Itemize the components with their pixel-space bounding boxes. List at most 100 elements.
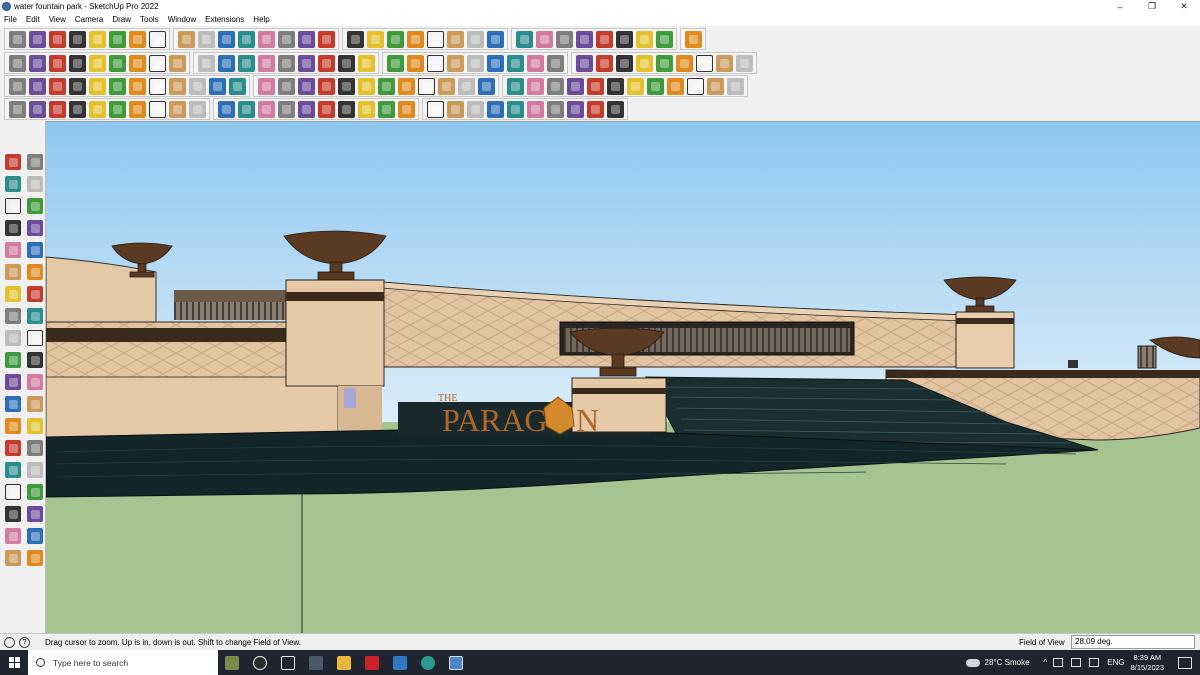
pan-tool-icon[interactable]: [27, 418, 43, 434]
orbit-icon[interactable]: [297, 30, 315, 48]
fillet-icon[interactable]: [257, 77, 275, 95]
dimension-icon[interactable]: [397, 100, 415, 118]
previous-icon[interactable]: [386, 30, 404, 48]
language-indicator[interactable]: ENG: [1107, 658, 1124, 667]
offset-tool-icon[interactable]: [437, 77, 455, 95]
tape-icon[interactable]: [237, 30, 255, 48]
orient-faces-icon[interactable]: [735, 54, 753, 72]
3d-text-icon[interactable]: [5, 528, 21, 544]
line-tool-icon[interactable]: [8, 100, 26, 118]
push-pull-icon[interactable]: [128, 30, 146, 48]
measurements-input[interactable]: 28.09 deg.: [1071, 635, 1195, 649]
label-icon[interactable]: [426, 100, 444, 118]
3d-app-icon[interactable]: [386, 650, 414, 675]
start-button[interactable]: [0, 650, 28, 675]
back-icon[interactable]: [88, 54, 106, 72]
add-detail-icon[interactable]: [108, 77, 126, 95]
wall-icon[interactable]: [277, 100, 295, 118]
array-icon[interactable]: [726, 77, 744, 95]
tape-tool-icon[interactable]: [5, 374, 21, 390]
menu-tools[interactable]: Tools: [136, 15, 164, 24]
instructor-help-icon[interactable]: ?: [19, 636, 30, 648]
shadow-icon[interactable]: [575, 30, 593, 48]
zoom-extents-tool-icon[interactable]: [5, 462, 21, 478]
pie-icon[interactable]: [108, 100, 126, 118]
follow-me-tool-icon[interactable]: [27, 308, 43, 324]
move-icon[interactable]: [148, 30, 166, 48]
text-icon[interactable]: [257, 30, 275, 48]
offset-tool-icon[interactable]: [5, 308, 21, 324]
subd-icon[interactable]: [646, 77, 664, 95]
terrain-icon[interactable]: [526, 54, 544, 72]
smoove-icon[interactable]: [48, 77, 66, 95]
scale-tool-icon[interactable]: [5, 352, 21, 368]
match-photo-icon[interactable]: [615, 30, 633, 48]
extrude-edges-icon[interactable]: [128, 100, 146, 118]
sandbox-tool-icon[interactable]: [27, 528, 43, 544]
display-icon[interactable]: [1071, 658, 1082, 667]
outliner-tool-icon[interactable]: [27, 550, 43, 566]
window-icon[interactable]: [586, 77, 604, 95]
file-explorer-icon[interactable]: [330, 650, 358, 675]
minimize-button[interactable]: –: [1104, 0, 1136, 13]
bezier-icon[interactable]: [148, 77, 166, 95]
push-pull-tool-icon[interactable]: [27, 352, 43, 368]
section-cut-icon[interactable]: [446, 30, 464, 48]
select-arrow-icon[interactable]: [5, 154, 21, 170]
soap-bubble-icon[interactable]: [417, 77, 435, 95]
follow-me-icon[interactable]: [426, 54, 444, 72]
curviloft-icon[interactable]: [208, 77, 226, 95]
dynamic-component-icon[interactable]: [546, 54, 564, 72]
arc-icon[interactable]: [88, 30, 106, 48]
stairs-icon[interactable]: [257, 100, 275, 118]
extrude-lines-icon[interactable]: [148, 100, 166, 118]
intersect-icon[interactable]: [317, 54, 335, 72]
back-edges-icon[interactable]: [168, 54, 186, 72]
solid-tools-icon[interactable]: [446, 54, 464, 72]
tape-measure-icon[interactable]: [27, 198, 43, 214]
subtract-icon[interactable]: [357, 54, 375, 72]
measure-icon[interactable]: [526, 100, 544, 118]
axes-icon[interactable]: [486, 100, 504, 118]
spline-icon[interactable]: [168, 77, 186, 95]
edge-browser-icon[interactable]: [414, 650, 442, 675]
rectangle-tool-icon[interactable]: [5, 242, 21, 258]
uv-icon[interactable]: [586, 100, 604, 118]
photo-textures-icon[interactable]: [595, 54, 613, 72]
close-button[interactable]: ✕: [1168, 0, 1200, 13]
menu-file[interactable]: File: [0, 15, 22, 24]
sandbox-icon[interactable]: [684, 30, 702, 48]
protractor-icon[interactable]: [466, 100, 484, 118]
select-icon[interactable]: [28, 30, 46, 48]
arc-tool-icon[interactable]: [5, 286, 21, 302]
freehand-curve-icon[interactable]: [27, 220, 43, 236]
1001-bit-icon[interactable]: [188, 100, 206, 118]
shaded-icon[interactable]: [237, 54, 255, 72]
cleanup-icon[interactable]: [297, 77, 315, 95]
circle-icon[interactable]: [68, 100, 86, 118]
previous-view-icon[interactable]: [27, 462, 43, 478]
menu-extensions[interactable]: Extensions: [201, 15, 249, 24]
railing-icon[interactable]: [337, 100, 355, 118]
network-icon[interactable]: [1053, 658, 1064, 667]
paint-icon[interactable]: [277, 30, 295, 48]
flip-edge-icon[interactable]: [128, 77, 146, 95]
extrude-face-icon[interactable]: [168, 100, 186, 118]
eraser-tool-icon[interactable]: [27, 176, 43, 192]
pencil-icon[interactable]: [68, 30, 86, 48]
offset-icon[interactable]: [217, 30, 235, 48]
text-tool-icon[interactable]: [27, 374, 43, 390]
random-icon[interactable]: [706, 77, 724, 95]
layers-tool-icon[interactable]: [5, 550, 21, 566]
rotated-rect-icon[interactable]: [27, 242, 43, 258]
projection-icon[interactable]: [606, 100, 624, 118]
chamfer-icon[interactable]: [277, 77, 295, 95]
left-icon[interactable]: [108, 54, 126, 72]
outer-shell-icon[interactable]: [297, 54, 315, 72]
model-viewport[interactable]: THE PARAG N: [46, 121, 1200, 633]
taskbar-search[interactable]: Type here to search: [28, 650, 218, 675]
truebend-icon[interactable]: [506, 77, 524, 95]
wireframe-icon[interactable]: [197, 54, 215, 72]
hide-icon[interactable]: [675, 54, 693, 72]
grid-icon[interactable]: [357, 100, 375, 118]
